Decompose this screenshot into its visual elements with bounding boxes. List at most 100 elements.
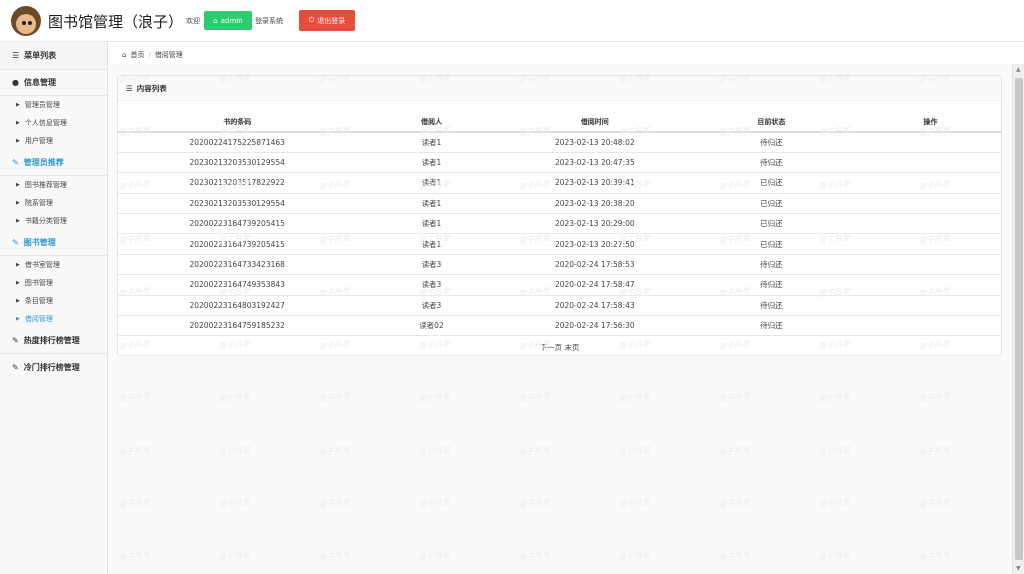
avatar bbox=[11, 6, 41, 36]
borrower-cell: 读者1 bbox=[356, 152, 507, 174]
borrow-time-cell: 2023-02-13 20:29:00 bbox=[506, 213, 684, 235]
action-cell[interactable] bbox=[859, 233, 1001, 255]
borrow-time-cell: 2023-02-13 20:47:35 bbox=[506, 152, 684, 174]
barcode-cell: 20230213203517822922 bbox=[118, 172, 357, 194]
login-system-text: 登录系统 bbox=[255, 17, 283, 25]
sidebar-group-cold-ranking[interactable]: ✎ 冷门排行榜管理 bbox=[0, 354, 107, 380]
status-cell: 已归还 bbox=[683, 213, 860, 235]
action-cell[interactable] bbox=[859, 132, 1001, 153]
barcode-cell: 20200223164749353843 bbox=[118, 274, 357, 296]
status-cell: 待归还 bbox=[683, 315, 860, 337]
logout-button[interactable]: ⏻ 退出登录 bbox=[299, 10, 355, 31]
sidebar-item-borrow[interactable]: ▶ 借阅管理 bbox=[0, 310, 107, 328]
action-cell[interactable] bbox=[859, 254, 1001, 276]
sidebar-item-category[interactable]: ▶ 书籍分类管理 bbox=[0, 212, 107, 230]
logout-label: 退出登录 bbox=[317, 16, 346, 25]
borrow-time-cell: 2023-02-13 20:38:20 bbox=[506, 193, 684, 215]
column-header: 借阅人 bbox=[356, 113, 507, 133]
breadcrumb-separator: / bbox=[148, 51, 151, 59]
sidebar: ☰ 菜单列表 ● 信息管理 ▶ 管理员管理 ▶ 个人信息管理 ▶ 用户管理 ✎ 管理员… bbox=[0, 42, 108, 574]
barcode-cell: 20200223164759185232 bbox=[118, 315, 357, 337]
status-cell: 待归还 bbox=[683, 274, 860, 296]
power-icon: ⏻ bbox=[308, 16, 315, 24]
list-icon: ☰ bbox=[12, 51, 20, 60]
app-title: 图书馆管理（浪子） bbox=[48, 13, 184, 31]
table-row: 20230213203530129554 读者1 2023-02-13 20:47:… bbox=[118, 152, 1001, 174]
sidebar-group-info[interactable]: ● 信息管理 bbox=[0, 70, 107, 96]
caret-right-icon: ▶ bbox=[16, 218, 20, 224]
sidebar-item-department[interactable]: ▶ 院系管理 bbox=[0, 194, 107, 212]
sidebar-group-recommend[interactable]: ✎ 管理员推荐 bbox=[0, 150, 107, 176]
breadcrumb-home[interactable]: 首页 bbox=[130, 50, 144, 60]
table-row: 20200223164739205415 读者1 2023-02-13 20:29:… bbox=[118, 213, 1001, 235]
status-cell: 待归还 bbox=[683, 132, 860, 153]
table-row: 20200223164733423168 读者3 2020-02-24 17:58:… bbox=[118, 254, 1001, 276]
borrow-time-cell: 2023-02-13 20:48:02 bbox=[506, 132, 684, 153]
sidebar-menu-title: ☰ 菜单列表 bbox=[0, 42, 107, 70]
borrower-cell: 读者3 bbox=[356, 254, 507, 276]
admin-user-button[interactable]: ⌂ admin bbox=[204, 11, 252, 30]
caret-right-icon: ▶ bbox=[16, 200, 20, 206]
barcode-cell: 20200223164803192427 bbox=[118, 295, 357, 317]
barcode-cell: 20230213203530129554 bbox=[118, 152, 357, 174]
column-header: 操作 bbox=[859, 113, 1001, 133]
borrow-time-cell: 2020-02-24 17:56:30 bbox=[506, 315, 684, 337]
borrow-time-cell: 2023-02-13 20:39:41 bbox=[506, 172, 684, 194]
borrower-cell: 读者1 bbox=[356, 172, 507, 194]
sidebar-item-room[interactable]: ▶ 借书室管理 bbox=[0, 256, 107, 274]
edit-icon: ✎ bbox=[12, 158, 19, 167]
action-cell[interactable] bbox=[859, 193, 1001, 215]
action-cell[interactable] bbox=[859, 152, 1001, 174]
breadcrumb: ⌂ 首页 / 借阅管理 bbox=[108, 46, 1024, 64]
status-cell: 待归还 bbox=[683, 152, 860, 174]
top-header: 图书馆管理（浪子） 欢迎 ⌂ admin 登录系统 ⏻ 退出登录 bbox=[0, 0, 1024, 42]
sidebar-item-profile[interactable]: ▶ 个人信息管理 bbox=[0, 114, 107, 132]
admin-user-label: admin bbox=[220, 16, 243, 25]
user-icon: ● bbox=[12, 78, 19, 87]
action-cell[interactable] bbox=[859, 315, 1001, 337]
table-row: 20200223164803192427 读者3 2020-02-24 17:58:… bbox=[118, 295, 1001, 317]
caret-right-icon: ▶ bbox=[16, 280, 20, 286]
pagination[interactable]: 下一页 末页 bbox=[118, 342, 1001, 353]
borrower-cell: 读者1 bbox=[356, 132, 507, 153]
caret-right-icon: ▶ bbox=[16, 120, 20, 126]
edit-icon: ✎ bbox=[12, 336, 19, 345]
scroll-down-icon[interactable]: ▼ bbox=[1016, 565, 1021, 572]
vertical-scrollbar[interactable]: ▲ ▼ bbox=[1012, 64, 1024, 574]
scroll-up-icon[interactable]: ▲ bbox=[1016, 66, 1021, 73]
barcode-cell: 20200223164733423168 bbox=[118, 254, 357, 276]
table-row: 20200223164759185232 读者02 2020-02-24 17:56… bbox=[118, 315, 1001, 337]
scroll-thumb[interactable] bbox=[1015, 78, 1023, 560]
action-cell[interactable] bbox=[859, 172, 1001, 194]
table-row: 20230213203530129554 读者1 2023-02-13 20:38:… bbox=[118, 193, 1001, 215]
sidebar-item-books[interactable]: ▶ 图书管理 bbox=[0, 274, 107, 292]
action-cell[interactable] bbox=[859, 213, 1001, 235]
sidebar-item-book-recommend[interactable]: ▶ 图书推荐管理 bbox=[0, 176, 107, 194]
caret-right-icon: ▶ bbox=[16, 138, 20, 144]
action-cell[interactable] bbox=[859, 274, 1001, 296]
status-cell: 已归还 bbox=[683, 172, 860, 194]
borrower-cell: 读者1 bbox=[356, 233, 507, 255]
borrow-time-cell: 2020-02-24 17:58:53 bbox=[506, 254, 684, 276]
list-icon: ☰ bbox=[126, 83, 133, 93]
table-row: 20200223164749353843 读者3 2020-02-24 17:58:… bbox=[118, 274, 1001, 296]
sidebar-item-users[interactable]: ▶ 用户管理 bbox=[0, 132, 107, 150]
caret-right-icon: ▶ bbox=[16, 298, 20, 304]
borrower-cell: 读者02 bbox=[356, 315, 507, 337]
action-cell[interactable] bbox=[859, 295, 1001, 317]
sidebar-item-admin[interactable]: ▶ 管理员管理 bbox=[0, 96, 107, 114]
status-cell: 已归还 bbox=[683, 233, 860, 255]
sidebar-group-books[interactable]: ✎ 图书管理 bbox=[0, 230, 107, 256]
table-row: 20200224175225871463 读者1 2023-02-13 20:48:… bbox=[118, 132, 1001, 153]
home-icon: ⌂ bbox=[213, 16, 218, 25]
sidebar-group-hot-ranking[interactable]: ✎ 热度排行榜管理 bbox=[0, 328, 107, 354]
caret-right-icon: ▶ bbox=[16, 262, 20, 268]
status-cell: 待归还 bbox=[683, 254, 860, 276]
sidebar-item-entries[interactable]: ▶ 条目管理 bbox=[0, 292, 107, 310]
caret-right-icon: ▶ bbox=[16, 316, 20, 322]
caret-right-icon: ▶ bbox=[16, 102, 20, 108]
status-cell: 已归还 bbox=[683, 193, 860, 215]
borrow-time-cell: 2020-02-24 17:58:43 bbox=[506, 295, 684, 317]
borrow-table: 书的条码 借阅人 借阅时间 目前状态 操作 202002241752258714… bbox=[118, 113, 1001, 337]
column-header: 书的条码 bbox=[118, 113, 357, 133]
